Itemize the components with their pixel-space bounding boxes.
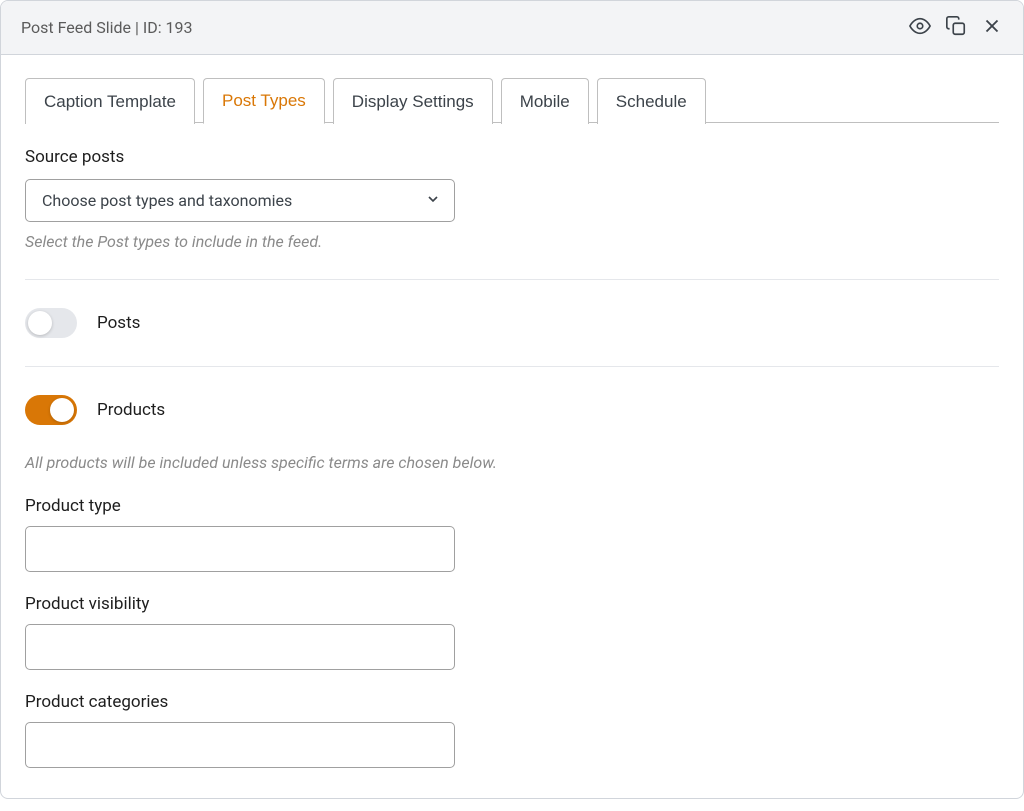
product-categories-group: Product categories	[25, 692, 999, 768]
close-button[interactable]	[981, 15, 1003, 40]
tab-caption-template[interactable]: Caption Template	[25, 78, 195, 124]
product-type-label: Product type	[25, 496, 999, 516]
panel-header: Post Feed Slide | ID: 193	[1, 1, 1023, 55]
divider	[25, 366, 999, 367]
product-categories-input[interactable]	[25, 722, 455, 768]
products-toggle-label: Products	[97, 400, 165, 420]
tab-mobile[interactable]: Mobile	[501, 78, 589, 124]
source-posts-select[interactable]: Choose post types and taxonomies	[25, 179, 455, 222]
tab-schedule[interactable]: Schedule	[597, 78, 706, 124]
panel-body: Caption Template Post Types Display Sett…	[1, 55, 1023, 798]
posts-toggle-label: Posts	[97, 313, 140, 333]
tab-post-types[interactable]: Post Types	[203, 78, 325, 124]
tab-display-settings[interactable]: Display Settings	[333, 78, 493, 124]
toggle-knob	[50, 398, 74, 422]
eye-icon	[909, 15, 931, 40]
products-toggle-row: Products	[25, 395, 999, 425]
product-categories-label: Product categories	[25, 692, 999, 712]
product-visibility-label: Product visibility	[25, 594, 999, 614]
product-visibility-input[interactable]	[25, 624, 455, 670]
toggle-knob	[28, 311, 52, 335]
panel-actions	[909, 15, 1003, 40]
source-posts-group: Source posts Choose post types and taxon…	[25, 147, 999, 251]
source-posts-hint: Select the Post types to include in the …	[25, 232, 999, 251]
duplicate-button[interactable]	[945, 15, 967, 40]
copy-icon	[945, 15, 967, 40]
posts-toggle-row: Posts	[25, 308, 999, 338]
preview-button[interactable]	[909, 15, 931, 40]
source-posts-label: Source posts	[25, 147, 999, 167]
divider	[25, 279, 999, 280]
product-visibility-group: Product visibility	[25, 594, 999, 670]
source-posts-select-wrapper: Choose post types and taxonomies	[25, 179, 455, 222]
products-hint: All products will be included unless spe…	[25, 453, 999, 472]
product-type-group: Product type	[25, 496, 999, 572]
post-feed-slide-panel: Post Feed Slide | ID: 193	[0, 0, 1024, 799]
panel-title: Post Feed Slide | ID: 193	[21, 18, 193, 37]
product-type-input[interactable]	[25, 526, 455, 572]
close-icon	[981, 15, 1003, 40]
posts-toggle[interactable]	[25, 308, 77, 338]
products-toggle[interactable]	[25, 395, 77, 425]
tabs: Caption Template Post Types Display Sett…	[25, 77, 999, 123]
